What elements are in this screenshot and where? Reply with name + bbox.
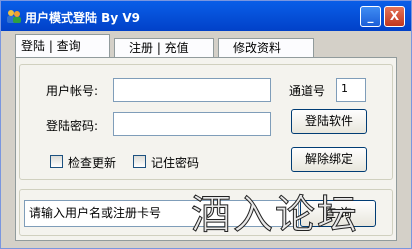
password-input[interactable] xyxy=(113,112,271,136)
title-bar[interactable]: 用户模式登陆 By V9 _ X xyxy=(1,1,411,31)
account-input[interactable] xyxy=(113,78,271,102)
check-update-checkbox[interactable] xyxy=(50,155,63,168)
tab-edit-profile[interactable]: 修改资料 xyxy=(218,38,314,58)
remember-password-checkbox[interactable] xyxy=(133,155,146,168)
watermark-text: 酒入论坛 xyxy=(191,192,359,239)
login-window: 用户模式登陆 By V9 _ X 登陆 | 查询 注册 | 充值 修改资料 用户… xyxy=(0,0,412,249)
minimize-button[interactable]: _ xyxy=(360,6,381,27)
channel-input[interactable]: 1 xyxy=(336,78,366,102)
close-button[interactable]: X xyxy=(384,6,405,27)
tab-login-query[interactable]: 登陆 | 查询 xyxy=(15,34,110,58)
remember-password-label: 记住密码 xyxy=(151,156,200,170)
window-title: 用户模式登陆 By V9 xyxy=(25,11,140,25)
unbind-button[interactable]: 解除绑定 xyxy=(291,147,367,172)
account-label: 用户帐号: xyxy=(46,84,99,98)
tab-register-recharge[interactable]: 注册 | 充值 xyxy=(114,38,214,58)
users-icon xyxy=(7,10,21,23)
login-button[interactable]: 登陆软件 xyxy=(291,109,367,134)
channel-label: 通道号 xyxy=(289,84,326,98)
password-label: 登陆密码: xyxy=(46,119,99,133)
check-update-label: 检查更新 xyxy=(68,156,117,170)
